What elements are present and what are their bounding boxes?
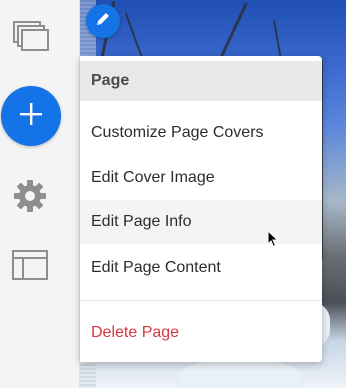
layout-button[interactable] [10, 249, 50, 286]
settings-button[interactable] [10, 178, 50, 218]
page-menu: Page Customize Page Covers Edit Cover Im… [80, 56, 322, 362]
menu-item-customize-page-covers[interactable]: Customize Page Covers [80, 111, 322, 155]
pencil-icon [94, 10, 112, 33]
plus-icon [17, 100, 45, 133]
add-button[interactable] [1, 86, 61, 146]
pages-icon [12, 20, 50, 57]
gear-icon [11, 177, 49, 220]
menu-item-edit-page-info[interactable]: Edit Page Info [80, 200, 322, 244]
left-tool-rail [0, 0, 80, 388]
mouse-cursor-icon [267, 229, 279, 248]
menu-header: Page [80, 61, 322, 101]
layout-icon [11, 249, 49, 286]
menu-item-delete-page[interactable]: Delete Page [80, 311, 322, 355]
edit-page-button[interactable] [86, 4, 120, 38]
menu-item-edit-cover-image[interactable]: Edit Cover Image [80, 156, 322, 200]
app-frame: Page Customize Page Covers Edit Cover Im… [0, 0, 346, 388]
menu-item-edit-page-content[interactable]: Edit Page Content [80, 246, 322, 290]
pages-button[interactable] [10, 20, 52, 56]
menu-divider [80, 300, 322, 301]
